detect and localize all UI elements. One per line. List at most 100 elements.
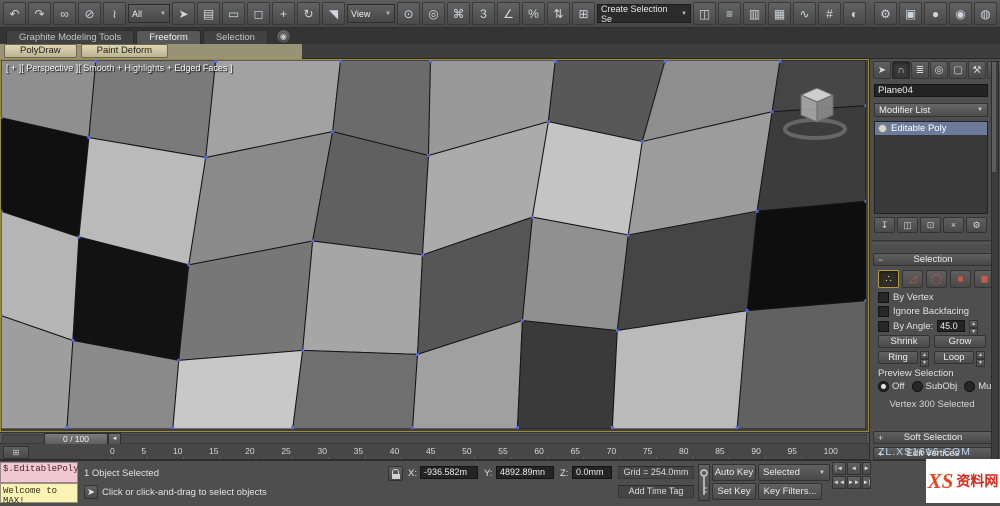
mesh-vertex[interactable] xyxy=(745,309,749,313)
mesh-face[interactable] xyxy=(516,320,618,429)
ignore-backfacing-checkbox[interactable] xyxy=(878,306,889,317)
viewport[interactable]: [ + ][ Perspective ][ Smooth + Highlight… xyxy=(0,59,869,432)
preview-subobj-radio[interactable] xyxy=(911,381,923,392)
ribbon-tab-selection[interactable]: Selection xyxy=(202,30,268,44)
edge-mode-button[interactable]: ◿ xyxy=(902,270,923,288)
ring-spinner[interactable]: ▲ ▼ xyxy=(920,351,929,367)
maxscript-listener[interactable]: Welcome to MAX! xyxy=(0,483,78,506)
previous-frame-button[interactable]: ◄ xyxy=(846,462,861,475)
snaps-toggle-icon[interactable]: 3 xyxy=(472,2,495,25)
ribbon-minimize-button[interactable]: ◉ xyxy=(275,29,291,44)
by-angle-checkbox[interactable] xyxy=(878,320,889,332)
render-production-icon[interactable]: ● xyxy=(924,2,947,25)
mesh-vertex[interactable] xyxy=(610,426,614,429)
window-crossing-icon[interactable]: ◻ xyxy=(247,2,270,25)
ring-button[interactable]: Ring xyxy=(878,351,918,364)
play-button[interactable]: ► xyxy=(861,462,872,475)
soft-selection-rollout-header[interactable]: + Soft Selection xyxy=(873,431,993,444)
frame-tick-35[interactable]: 35 xyxy=(354,446,363,456)
use-pivot-center-icon[interactable]: ⊙ xyxy=(397,2,420,25)
frame-tick-45[interactable]: 45 xyxy=(426,446,435,456)
stack-item-editable-poly[interactable]: Editable Poly xyxy=(875,122,987,135)
select-and-scale-icon[interactable]: ◥ xyxy=(322,2,345,25)
mesh-vertex[interactable] xyxy=(87,136,91,140)
frame-tick-95[interactable]: 95 xyxy=(788,446,797,456)
by-angle-value-field[interactable]: 45.0 xyxy=(937,320,966,332)
frame-tick-70[interactable]: 70 xyxy=(607,446,616,456)
named-selection-set-combo[interactable]: Create Selection Se ▼ xyxy=(597,4,691,24)
object-name-field[interactable]: Plane04 xyxy=(874,84,988,97)
mesh-face[interactable] xyxy=(611,310,748,429)
by-angle-spinner[interactable]: ▲ ▼ xyxy=(969,320,979,336)
go-to-end-button[interactable]: ►| xyxy=(861,476,872,489)
track-bar-options-icon[interactable]: ⊞ xyxy=(3,446,29,459)
redo-icon[interactable]: ↷ xyxy=(28,2,51,25)
mesh-face[interactable] xyxy=(172,349,304,429)
frame-tick-15[interactable]: 15 xyxy=(209,446,218,456)
curve-editor-icon[interactable]: ∿ xyxy=(793,2,816,25)
spinner-down-icon[interactable]: ▼ xyxy=(920,359,929,367)
mesh-vertex[interactable] xyxy=(427,153,431,157)
mesh-vertex[interactable] xyxy=(1,209,3,213)
frame-tick-75[interactable]: 75 xyxy=(643,446,652,456)
mesh-vertex[interactable] xyxy=(204,155,208,159)
mesh-vertex[interactable] xyxy=(411,426,415,429)
polygon-mode-button[interactable]: ■ xyxy=(950,270,971,288)
frame-tick-60[interactable]: 60 xyxy=(534,446,543,456)
mesh-face[interactable] xyxy=(736,300,866,429)
frame-tick-20[interactable]: 20 xyxy=(245,446,254,456)
spinner-up-icon[interactable]: ▲ xyxy=(969,320,979,328)
loop-button[interactable]: Loop xyxy=(934,351,974,364)
render-setup-icon[interactable]: ⚙ xyxy=(874,2,897,25)
display-tab-icon[interactable]: ▢ xyxy=(949,61,967,79)
mesh-vertex[interactable] xyxy=(626,233,630,237)
modifier-stack[interactable]: Editable Poly xyxy=(874,121,988,214)
frame-tick-55[interactable]: 55 xyxy=(498,446,507,456)
vertex-mode-button[interactable]: ∴ xyxy=(878,270,899,288)
frame-tick-40[interactable]: 40 xyxy=(390,446,399,456)
motion-tab-icon[interactable]: ◎ xyxy=(930,61,948,79)
utilities-tab-icon[interactable]: ⚒ xyxy=(968,61,986,79)
frame-tick-90[interactable]: 90 xyxy=(751,446,760,456)
viewcube-ring[interactable] xyxy=(783,118,847,140)
keyboard-override-icon[interactable]: ⌘ xyxy=(447,2,470,25)
mesh-vertex[interactable] xyxy=(1,314,3,318)
previous-key-button[interactable]: ◄◄ xyxy=(832,476,846,489)
x-coordinate-field[interactable]: -936.582m xyxy=(420,466,478,479)
frame-tick-85[interactable]: 85 xyxy=(715,446,724,456)
mesh-vertex[interactable] xyxy=(171,426,175,429)
shrink-button[interactable]: Shrink xyxy=(878,335,930,348)
frame-tick-25[interactable]: 25 xyxy=(281,446,290,456)
edit-named-selection-sets-icon[interactable]: ⊞ xyxy=(572,2,595,25)
unlink-selection-icon[interactable]: ⊘ xyxy=(78,2,101,25)
border-mode-button[interactable]: ◯ xyxy=(926,270,947,288)
key-filters-button[interactable]: Key Filters... xyxy=(758,483,822,500)
ribbon-tab-freeform[interactable]: Freeform xyxy=(136,30,201,44)
next-key-button[interactable]: ►► xyxy=(846,476,861,489)
mesh-vertex[interactable] xyxy=(301,348,305,352)
mesh-vertex[interactable] xyxy=(520,319,524,323)
graphite-ribbon-toggle-icon[interactable]: ▦ xyxy=(768,2,791,25)
subtab-paint-deform[interactable]: Paint Deform xyxy=(80,44,169,58)
ribbon-tab-graphite-modeling-tools[interactable]: Graphite Modeling Tools xyxy=(6,30,135,44)
mesh-vertex[interactable] xyxy=(416,352,420,356)
by-vertex-checkbox[interactable] xyxy=(878,292,889,303)
render-iterative-icon[interactable]: ◉ xyxy=(949,2,972,25)
align-icon[interactable]: ≡ xyxy=(718,2,741,25)
mesh-vertex[interactable] xyxy=(187,263,191,267)
selection-filter-dropdown[interactable]: All ▼ xyxy=(128,4,170,23)
configure-modifier-sets-icon[interactable]: ⚙ xyxy=(966,217,987,233)
subtab-polydraw[interactable]: PolyDraw xyxy=(4,44,77,58)
mesh-vertex[interactable] xyxy=(663,60,667,63)
mesh-vertex[interactable] xyxy=(311,239,315,243)
mesh-vertex[interactable] xyxy=(615,329,619,333)
select-and-move-icon[interactable]: + xyxy=(272,2,295,25)
pin-stack-icon[interactable]: ↧ xyxy=(874,217,895,233)
y-coordinate-field[interactable]: 4892.89mn xyxy=(496,466,554,479)
mesh-vertex[interactable] xyxy=(864,104,866,108)
undo-icon[interactable]: ↶ xyxy=(3,2,26,25)
spinner-snap-icon[interactable]: ⇅ xyxy=(547,2,570,25)
remove-modifier-icon[interactable]: × xyxy=(943,217,964,233)
mesh-face[interactable] xyxy=(746,200,866,312)
create-tab-icon[interactable]: ➤ xyxy=(873,61,891,79)
